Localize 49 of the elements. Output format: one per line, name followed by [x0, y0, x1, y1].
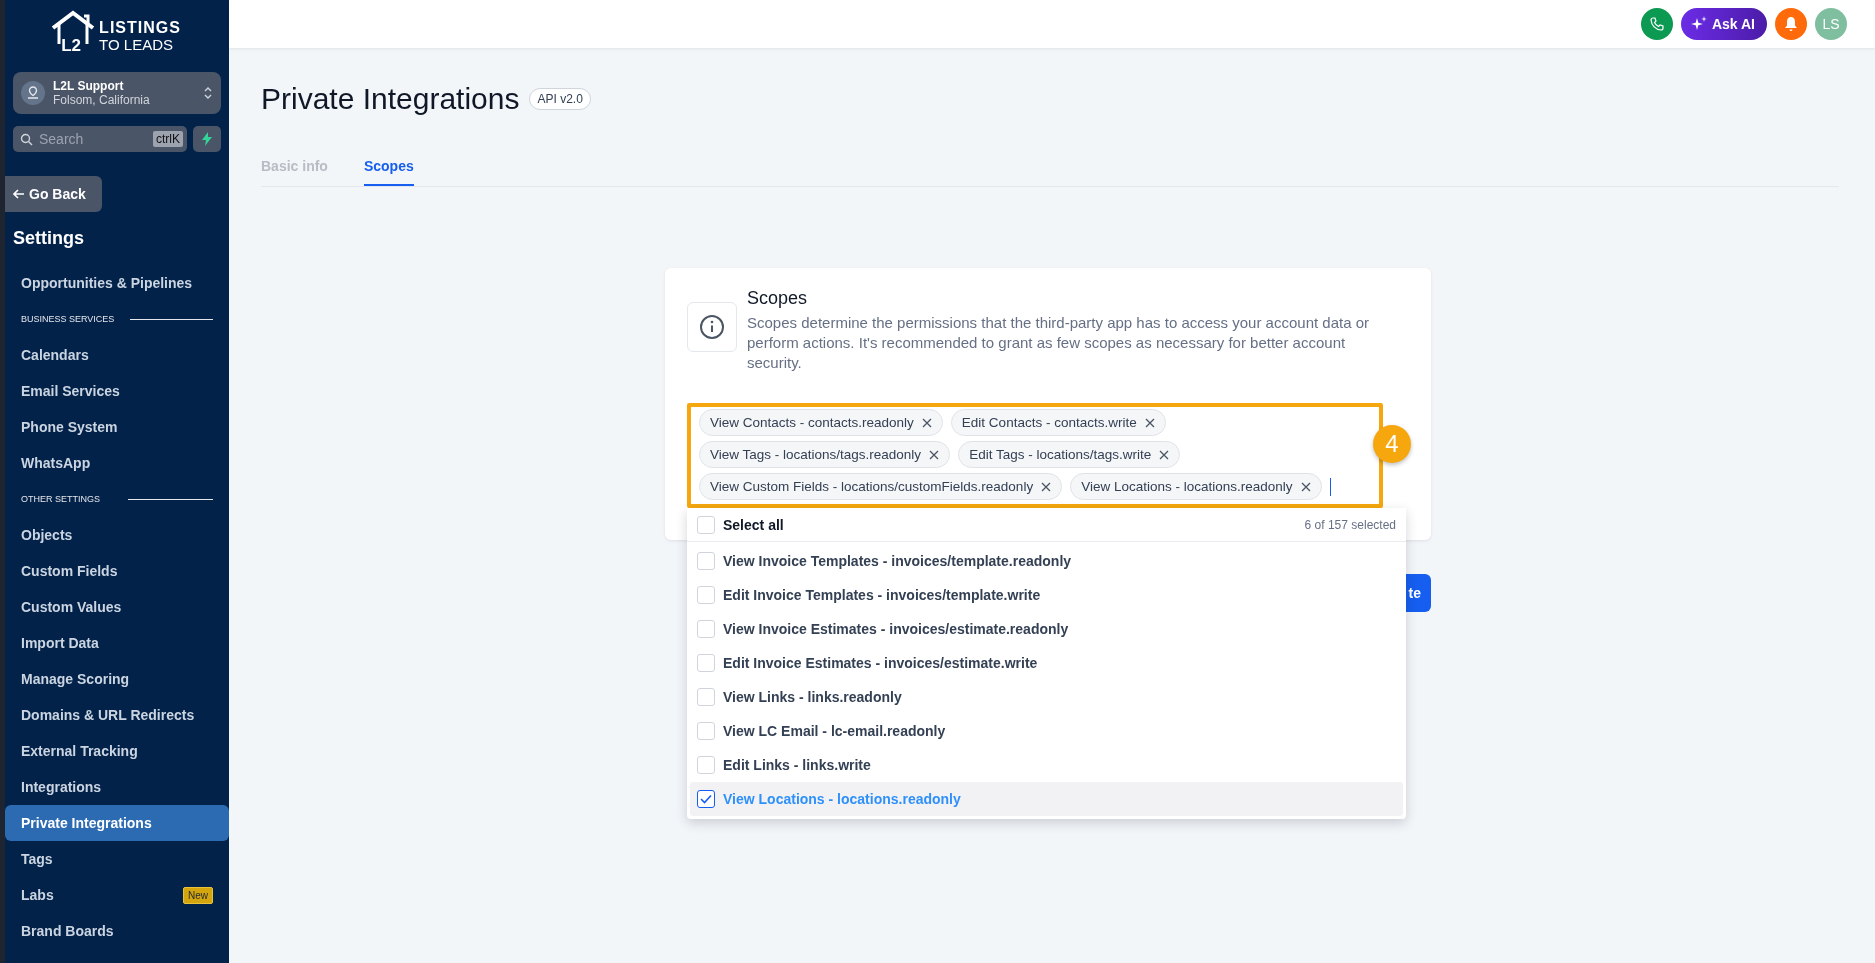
nav-heading: OTHER SETTINGS: [21, 494, 100, 504]
nav-item[interactable]: Domains & URL Redirects: [5, 697, 229, 733]
version-badge: API v2.0: [529, 88, 591, 110]
scope-tag: Edit Tags - locations/tags.write: [958, 441, 1181, 468]
logo-mark: L2: [60, 36, 83, 54]
scope-option[interactable]: View Invoice Estimates - invoices/estimate.readonly: [690, 612, 1403, 646]
nav-item[interactable]: Custom Values: [5, 589, 229, 625]
account-name: L2L Support: [53, 79, 125, 93]
scope-option[interactable]: Edit Invoice Estimates - invoices/estimate.write: [690, 646, 1403, 680]
nav-item[interactable]: Manage Scoring: [5, 661, 229, 697]
go-back-button[interactable]: Go Back: [5, 176, 102, 212]
section-title: Settings: [13, 228, 85, 249]
ask-ai-button[interactable]: Ask AI: [1680, 8, 1767, 40]
nav-item[interactable]: Tags: [5, 841, 229, 877]
scope-option[interactable]: View LC Email - lc-email.readonly: [690, 714, 1403, 748]
logo-text: LISTINGS: [99, 19, 181, 37]
card-title: Scopes: [747, 288, 809, 309]
shortcut-key: ctrlK: [153, 131, 183, 147]
scope-tag: View Locations - locations.readonly: [1070, 473, 1322, 500]
nav-item[interactable]: Brand Boards: [5, 913, 229, 949]
account-location: Folsom, California: [53, 93, 151, 107]
card-description: Scopes determine the permissions that the third-party app has to access your account data or perform actions. It's recommended to grant as few scopes as necessary for better account security.: [747, 313, 1370, 373]
scope-option[interactable]: Edit Links - links.write: [690, 748, 1403, 782]
nav-heading: BUSINESS SERVICES: [21, 314, 115, 324]
nav-item[interactable]: Phone System: [5, 409, 229, 445]
nav-item[interactable]: External Tracking: [5, 733, 229, 769]
select-all-label[interactable]: Select all: [723, 516, 784, 533]
scope-tag: View Tags - locations/tags.readonly: [699, 441, 951, 468]
nav-item[interactable]: Custom Fields: [5, 553, 229, 589]
logo-text: TO LEADS: [99, 36, 175, 53]
nav-item[interactable]: Labs New: [5, 877, 229, 913]
nav-item[interactable]: WhatsApp: [5, 445, 229, 481]
scope-tag: Edit Contacts - contacts.write: [950, 409, 1166, 436]
new-badge: New: [183, 886, 213, 904]
nav-item[interactable]: Private Integrations: [5, 805, 229, 841]
step-marker: 4: [1373, 425, 1411, 463]
selection-count: 6 of 157 selected: [1304, 517, 1396, 532]
page-title: Private Integrations: [261, 82, 520, 116]
scope-tag: View Contacts - contacts.readonly: [699, 409, 943, 436]
tab[interactable]: Scopes: [363, 154, 414, 186]
nav-item[interactable]: Opportunities & Pipelines: [5, 265, 229, 301]
nav-item[interactable]: Calendars: [5, 337, 229, 373]
nav-item[interactable]: Integrations: [5, 769, 229, 805]
nav-item[interactable]: Objects: [5, 517, 229, 553]
scope-option[interactable]: View Links - links.readonly: [690, 680, 1403, 714]
scope-tag: View Custom Fields - locations/customFields.readonly: [699, 473, 1063, 500]
nav-item[interactable]: Email Services: [5, 373, 229, 409]
nav-item[interactable]: Import Data: [5, 625, 229, 661]
account-switcher[interactable]: L2L Support Folsom, California: [13, 72, 221, 114]
